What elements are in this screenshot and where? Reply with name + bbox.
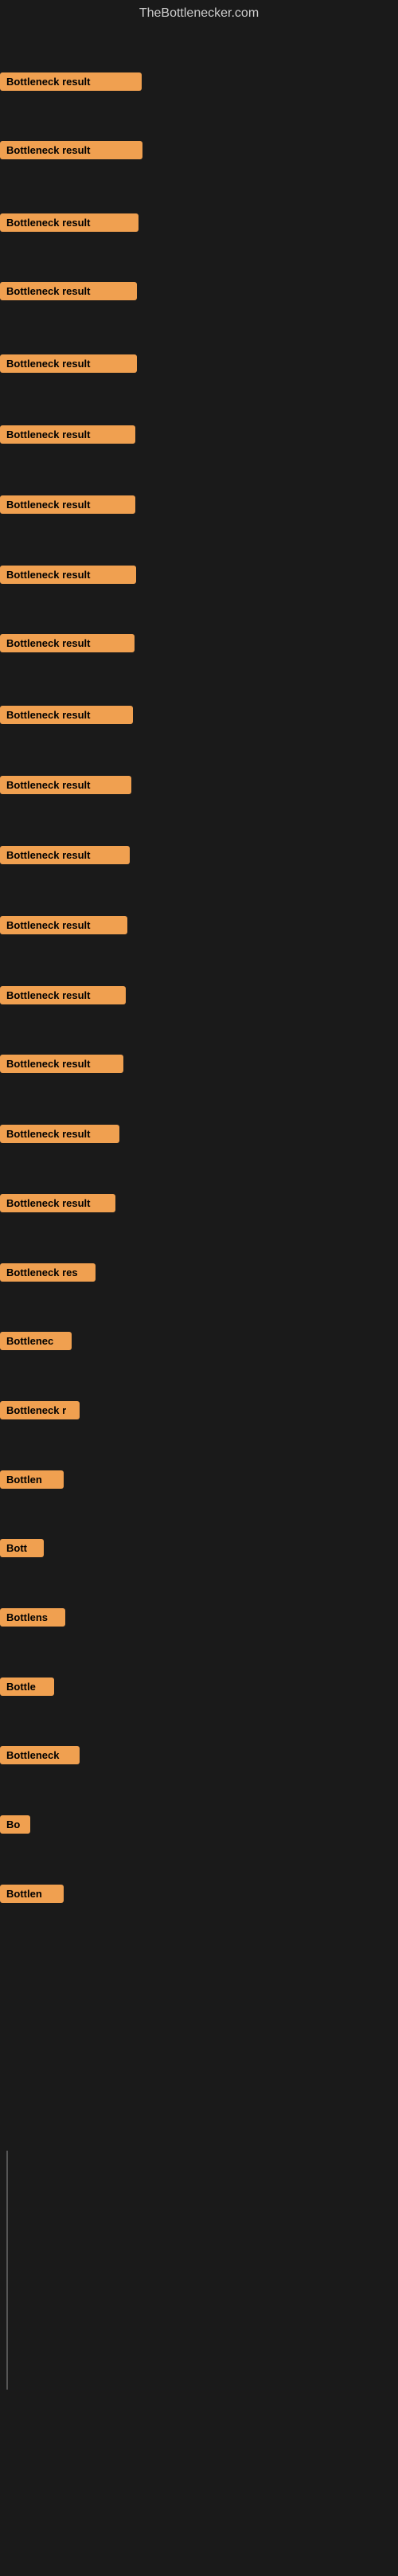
bottleneck-label-3[interactable]: Bottleneck result — [0, 213, 139, 232]
result-row-8: Bottleneck result — [0, 566, 136, 588]
vertical-line — [6, 2151, 8, 2390]
bottleneck-label-10[interactable]: Bottleneck result — [0, 706, 133, 724]
result-row-14: Bottleneck result — [0, 986, 126, 1008]
result-row-3: Bottleneck result — [0, 213, 139, 236]
result-row-13: Bottleneck result — [0, 916, 127, 938]
bottleneck-label-20[interactable]: Bottleneck r — [0, 1401, 80, 1419]
bottleneck-label-13[interactable]: Bottleneck result — [0, 916, 127, 934]
result-row-4: Bottleneck result — [0, 282, 137, 304]
result-row-5: Bottleneck result — [0, 354, 137, 377]
bottleneck-label-19[interactable]: Bottlenec — [0, 1332, 72, 1350]
result-row-26: Bo — [0, 1815, 30, 1838]
result-row-16: Bottleneck result — [0, 1125, 119, 1147]
result-row-23: Bottlens — [0, 1608, 65, 1631]
bottleneck-label-14[interactable]: Bottleneck result — [0, 986, 126, 1004]
bottleneck-label-5[interactable]: Bottleneck result — [0, 354, 137, 373]
result-row-27: Bottlen — [0, 1885, 64, 1907]
bottleneck-label-18[interactable]: Bottleneck res — [0, 1263, 96, 1282]
result-row-1: Bottleneck result — [0, 72, 142, 95]
result-row-19: Bottlenec — [0, 1332, 72, 1354]
bottleneck-label-23[interactable]: Bottlens — [0, 1608, 65, 1627]
bottleneck-label-15[interactable]: Bottleneck result — [0, 1055, 123, 1073]
bottleneck-label-24[interactable]: Bottle — [0, 1678, 54, 1696]
result-row-10: Bottleneck result — [0, 706, 133, 728]
bottleneck-label-2[interactable]: Bottleneck result — [0, 141, 142, 159]
bottleneck-label-12[interactable]: Bottleneck result — [0, 846, 130, 864]
result-row-7: Bottleneck result — [0, 495, 135, 518]
bottleneck-label-9[interactable]: Bottleneck result — [0, 634, 135, 652]
bottleneck-label-11[interactable]: Bottleneck result — [0, 776, 131, 794]
bottleneck-label-7[interactable]: Bottleneck result — [0, 495, 135, 514]
bottleneck-label-26[interactable]: Bo — [0, 1815, 30, 1834]
bottleneck-label-8[interactable]: Bottleneck result — [0, 566, 136, 584]
result-row-9: Bottleneck result — [0, 634, 135, 656]
bottleneck-label-6[interactable]: Bottleneck result — [0, 425, 135, 444]
bottleneck-label-1[interactable]: Bottleneck result — [0, 72, 142, 91]
result-row-2: Bottleneck result — [0, 141, 142, 163]
result-row-12: Bottleneck result — [0, 846, 130, 868]
result-row-24: Bottle — [0, 1678, 54, 1700]
bottleneck-label-27[interactable]: Bottlen — [0, 1885, 64, 1903]
result-row-15: Bottleneck result — [0, 1055, 123, 1077]
bottleneck-label-17[interactable]: Bottleneck result — [0, 1194, 115, 1212]
result-row-17: Bottleneck result — [0, 1194, 115, 1216]
bottleneck-label-25[interactable]: Bottleneck — [0, 1746, 80, 1764]
result-row-11: Bottleneck result — [0, 776, 131, 798]
bottleneck-label-21[interactable]: Bottlen — [0, 1470, 64, 1489]
bottleneck-label-4[interactable]: Bottleneck result — [0, 282, 137, 300]
site-title: TheBottlenecker.com — [0, 0, 398, 27]
result-row-20: Bottleneck r — [0, 1401, 80, 1423]
result-row-21: Bottlen — [0, 1470, 64, 1493]
bottleneck-label-22[interactable]: Bott — [0, 1539, 44, 1557]
result-row-25: Bottleneck — [0, 1746, 80, 1768]
bottleneck-label-16[interactable]: Bottleneck result — [0, 1125, 119, 1143]
result-row-22: Bott — [0, 1539, 44, 1561]
result-row-6: Bottleneck result — [0, 425, 135, 448]
result-row-18: Bottleneck res — [0, 1263, 96, 1286]
